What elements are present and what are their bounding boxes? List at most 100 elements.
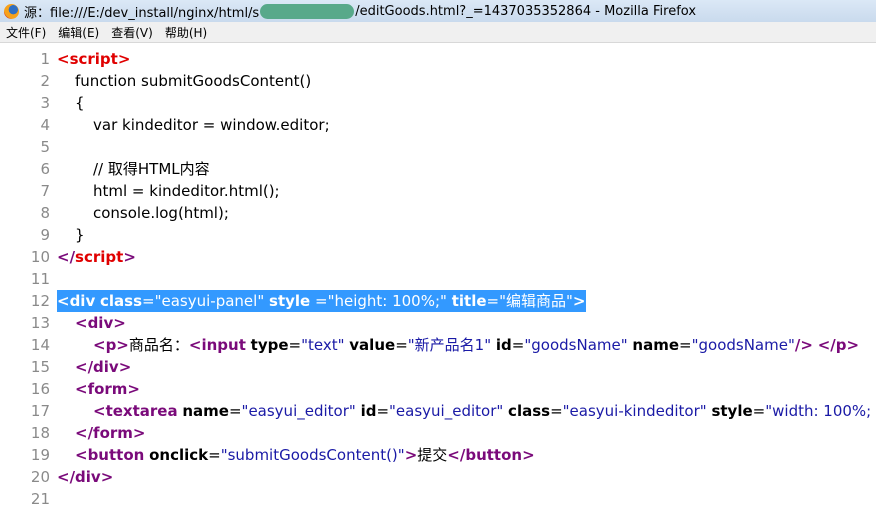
code-line: 18 </form> — [0, 422, 876, 444]
code-line-selected: 12 <div class="easyui-panel" style ="hei… — [0, 290, 876, 312]
code-line: 9 } — [0, 224, 876, 246]
title-bar: 源：file:///E:/dev_install/nginx/html/s/ed… — [0, 0, 876, 23]
attr-equals: = — [310, 292, 328, 310]
menu-view[interactable]: 查看(V) — [111, 24, 153, 41]
input-open-tag: <input — [188, 336, 246, 354]
attr-name: name — [632, 336, 680, 354]
script-close-name: script — [75, 248, 124, 266]
attr-value: "easyui-kindeditor" — [562, 402, 707, 420]
attr-value: "text" — [301, 336, 345, 354]
line-number: 6 — [40, 160, 50, 178]
div-close-tag: </div> — [57, 468, 114, 486]
form-close-tag: </form> — [75, 424, 146, 442]
attr-name: style — [711, 402, 753, 420]
code-line: 8 console.log(html); — [0, 202, 876, 224]
line-number: 15 — [30, 358, 50, 376]
source-view[interactable]: 1 <script> 2 function submitGoodsContent… — [0, 48, 876, 510]
code-line: 5 — [0, 136, 876, 158]
div-open-tag: <div> — [75, 314, 126, 332]
selection-highlight[interactable]: <div class="easyui-panel" style ="height… — [57, 290, 586, 312]
code-line: 3 { — [0, 92, 876, 114]
attr-value: "easyui-panel" — [154, 292, 265, 310]
attr-value: "easyui_editor" — [241, 402, 356, 420]
title-prefix: 源：file:///E:/dev_install/nginx/html/s — [24, 5, 260, 21]
menu-edit[interactable]: 编辑(E) — [58, 24, 99, 41]
code-line: 6 // 取得HTML内容 — [0, 158, 876, 180]
line-number: 16 — [30, 380, 50, 398]
line-number: 2 — [40, 72, 50, 90]
self-close: /> — [794, 336, 813, 354]
menu-file[interactable]: 文件(F) — [6, 24, 46, 41]
attr-name: id — [495, 336, 512, 354]
firefox-window: 源：file:///E:/dev_install/nginx/html/s/ed… — [0, 0, 876, 519]
attr-value: "goodsName" — [524, 336, 628, 354]
attr-name: style — [269, 292, 311, 310]
line-number: 17 — [30, 402, 50, 420]
attr-name: id — [360, 402, 377, 420]
code-line: 15 </div> — [0, 356, 876, 378]
line-number: 1 — [40, 50, 50, 68]
code-line: 11 — [0, 268, 876, 290]
script-close-bracket-end: > — [123, 248, 136, 266]
code-line: 4 var kindeditor = window.editor; — [0, 114, 876, 136]
line-number: 13 — [30, 314, 50, 332]
attr-value: "编辑商品" — [499, 292, 573, 310]
script-close-bracket-open: </ — [57, 248, 76, 266]
code-line: 14 <p>商品名：<input type="text" value="新产品名… — [0, 334, 876, 356]
tag-close: > — [572, 292, 586, 310]
line-number: 9 — [40, 226, 50, 244]
code-line: 13 <div> — [0, 312, 876, 334]
line-number: 3 — [40, 94, 50, 112]
code-line: 20 </div> — [0, 466, 876, 488]
code-line: 10 </script> — [0, 246, 876, 268]
line-number: 4 — [40, 116, 50, 134]
div-close-tag: </div> — [75, 358, 132, 376]
textarea-open-tag: <textarea — [93, 402, 178, 420]
tag-close: > — [404, 446, 418, 464]
code-line: 19 <button onclick="submitGoodsContent()… — [0, 444, 876, 466]
attr-value: "easyui_editor" — [389, 402, 504, 420]
attr-name: title — [451, 292, 487, 310]
attr-name: name — [182, 402, 229, 420]
code-line: 17 <textarea name="easyui_editor" id="ea… — [0, 400, 876, 422]
line-number: 11 — [30, 270, 50, 288]
line-number: 5 — [40, 138, 50, 156]
code-text: console.log(html); — [93, 204, 229, 222]
p-close-tag: </p> — [817, 336, 860, 354]
button-close-tag: </button> — [447, 446, 535, 464]
attr-name: value — [349, 336, 396, 354]
line-number: 8 — [40, 204, 50, 222]
script-open-tag: <script> — [57, 50, 131, 68]
button-open-tag: <button — [75, 446, 145, 464]
line-number: 10 — [30, 248, 50, 266]
label-text: 商品名： — [128, 336, 189, 354]
window-title: 源：file:///E:/dev_install/nginx/html/s/ed… — [24, 2, 696, 21]
code-text: } — [75, 226, 85, 244]
code-text: html = kindeditor.html(); — [93, 182, 280, 200]
attr-name: class — [508, 402, 551, 420]
line-number: 7 — [40, 182, 50, 200]
p-open-tag: <p> — [93, 336, 129, 354]
line-number: 14 — [30, 336, 50, 354]
attr-value: "新产品名1" — [407, 336, 492, 354]
attr-name: class — [100, 292, 143, 310]
menu-help[interactable]: 帮助(H) — [165, 24, 207, 41]
code-text: { — [75, 94, 85, 112]
div-open-tag: <div — [57, 292, 96, 310]
line-number: 12 — [30, 292, 50, 310]
line-number: 18 — [30, 424, 50, 442]
attr-value: "height: 100%;" — [327, 292, 447, 310]
code-text: function submitGoodsContent() — [75, 72, 312, 90]
code-line: 21 — [0, 488, 876, 510]
line-number: 21 — [30, 490, 50, 508]
form-open-tag: <form> — [75, 380, 140, 398]
line-number: 20 — [30, 468, 50, 486]
code-line: 1 <script> — [0, 48, 876, 70]
firefox-icon — [4, 3, 19, 19]
button-text: 提交 — [417, 446, 448, 464]
attr-name: onclick — [149, 446, 209, 464]
attr-name: type — [250, 336, 289, 354]
attr-value: "width: 100%; he — [765, 402, 872, 420]
code-comment: // 取得HTML内容 — [93, 160, 210, 178]
line-number: 19 — [30, 446, 50, 464]
